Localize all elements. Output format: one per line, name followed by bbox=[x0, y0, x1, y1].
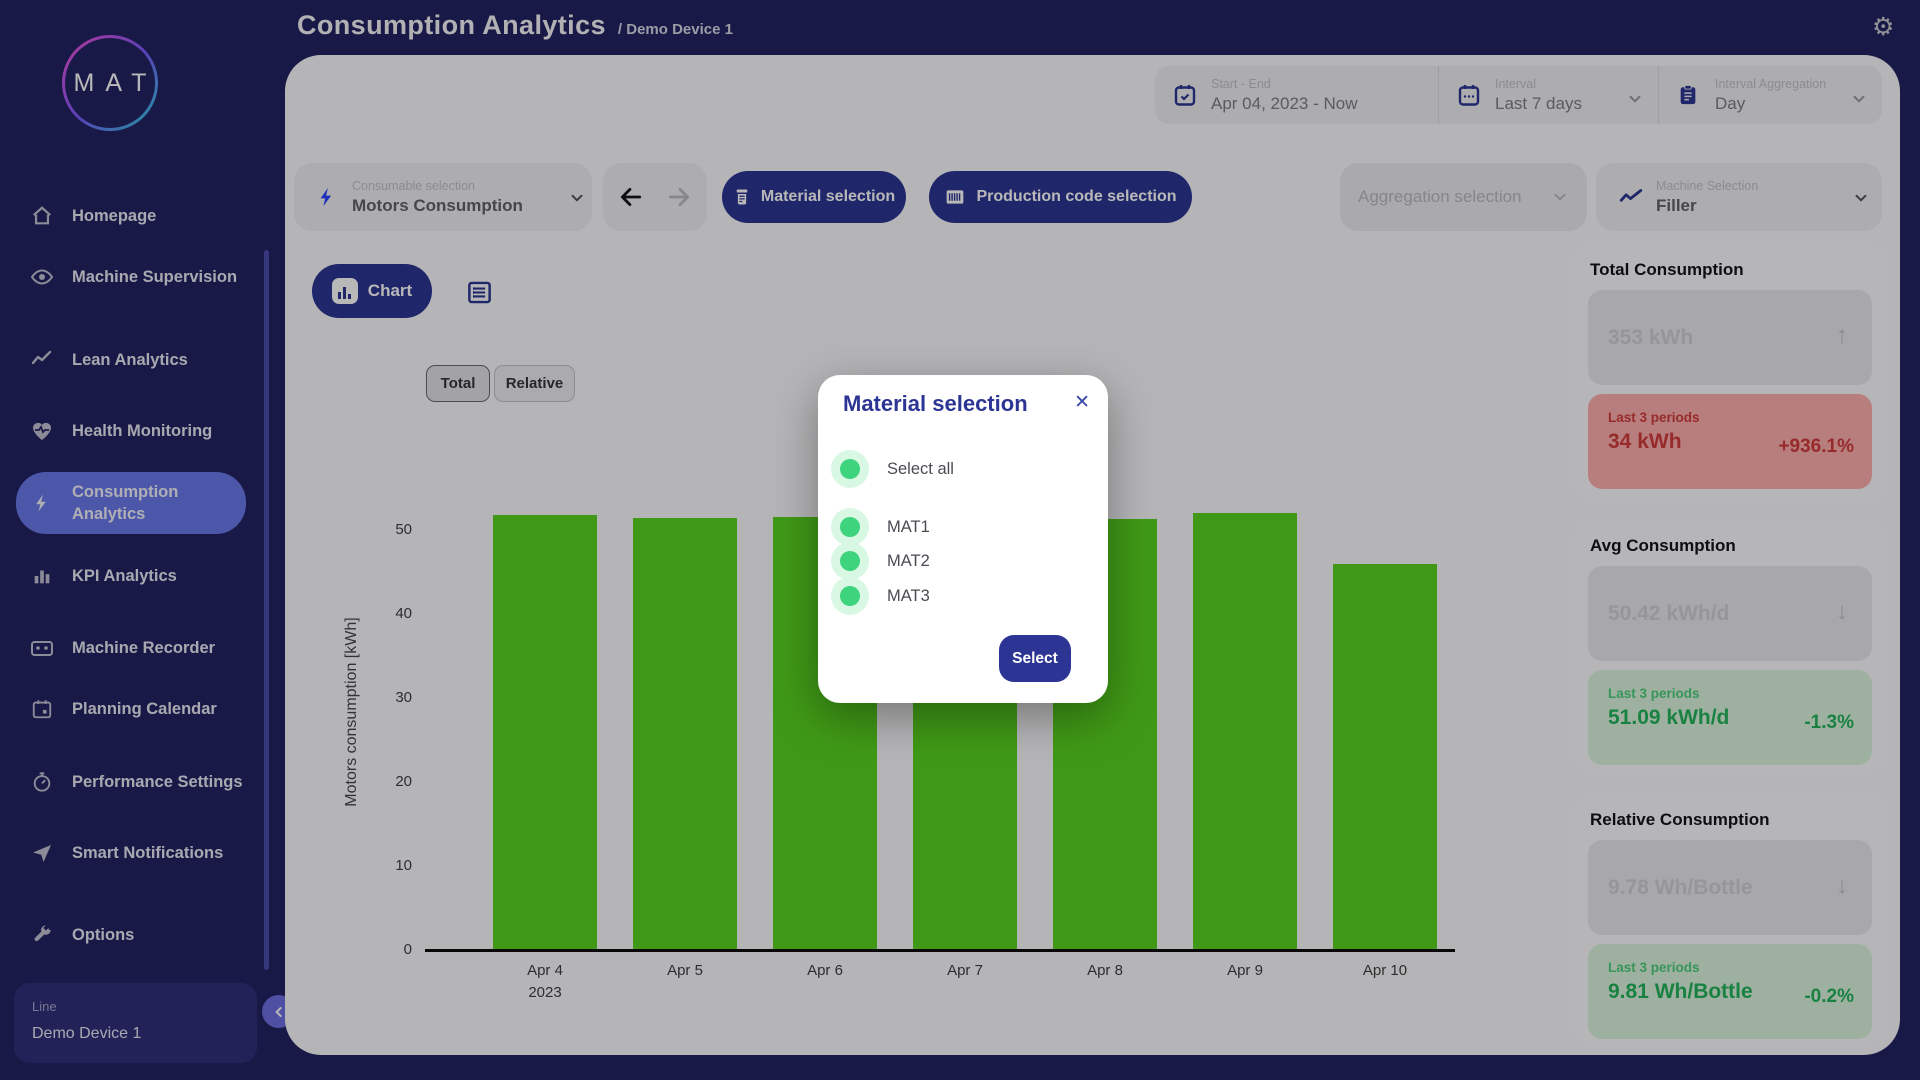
option-mat3[interactable]: MAT3 bbox=[831, 577, 930, 615]
select-all-option[interactable]: Select all bbox=[831, 450, 954, 488]
radio-selected-icon bbox=[831, 542, 869, 580]
app-screen: Consumption Analytics / Demo Device 1 ⚙ … bbox=[0, 0, 1920, 1080]
close-icon[interactable]: ✕ bbox=[1074, 391, 1090, 414]
material-selection-dialog: Material selection ✕ Select all MAT1 MAT… bbox=[818, 375, 1108, 703]
dialog-title: Material selection bbox=[843, 391, 1028, 417]
radio-selected-icon bbox=[831, 508, 869, 546]
select-button[interactable]: Select bbox=[999, 635, 1071, 682]
radio-selected-icon bbox=[831, 450, 869, 488]
option-mat1[interactable]: MAT1 bbox=[831, 508, 930, 546]
option-mat2[interactable]: MAT2 bbox=[831, 542, 930, 580]
radio-selected-icon bbox=[831, 577, 869, 615]
